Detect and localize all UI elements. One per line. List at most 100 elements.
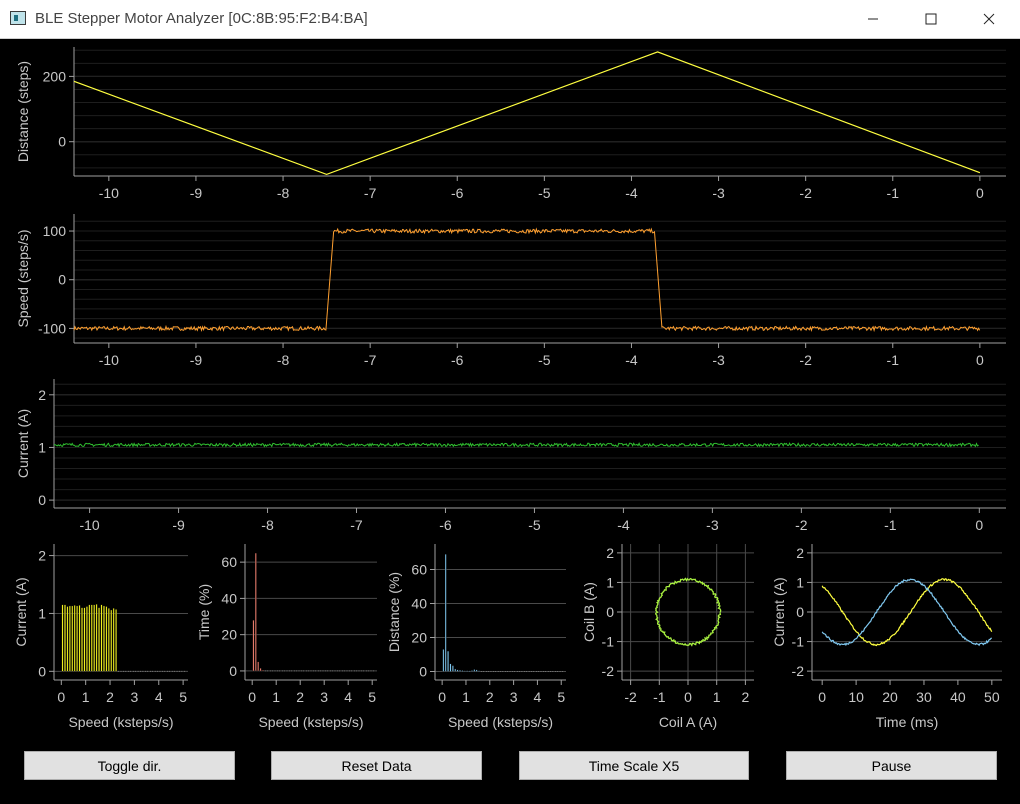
current-x-tick-label: -9 bbox=[172, 517, 185, 533]
hist-current-bar bbox=[103, 605, 105, 672]
distance-x-tick-label: -6 bbox=[451, 185, 464, 201]
hist-distance-y-tick-label: 0 bbox=[419, 664, 427, 680]
hist-distance-x-tick-label: 3 bbox=[510, 689, 518, 705]
hist-distance-bar bbox=[468, 670, 471, 672]
hist-current-x-tick-label: 4 bbox=[155, 689, 163, 705]
speed-x-tick-label: -5 bbox=[538, 352, 551, 368]
distance-y-tick-label: 0 bbox=[58, 134, 66, 150]
hist-current-bar bbox=[81, 607, 83, 672]
hist-distance-y-tick-label: 60 bbox=[411, 562, 427, 578]
time-scale-button[interactable]: Time Scale X5 bbox=[519, 751, 749, 780]
speed-x-tick-label: -3 bbox=[712, 352, 725, 368]
hist-current-x-tick-label: 3 bbox=[131, 689, 139, 705]
hist-current-bar bbox=[73, 605, 76, 672]
distance-x-tick-label: -7 bbox=[364, 185, 377, 201]
hist-current-bar bbox=[107, 608, 110, 672]
hist-distance-bar bbox=[452, 665, 454, 672]
speed-x-tick-label: -7 bbox=[364, 352, 377, 368]
current-y-tick-label: 1 bbox=[38, 439, 46, 455]
coil-time-x-tick-label: 30 bbox=[916, 689, 932, 705]
hist-time-y-tick-label: 40 bbox=[221, 590, 237, 606]
hist-distance-bar bbox=[473, 669, 476, 672]
hist-current-ylabel: Current (A) bbox=[13, 577, 29, 646]
hist-time-bar bbox=[257, 661, 260, 672]
distance-x-tick-label: -5 bbox=[538, 185, 551, 201]
hist-distance-bar bbox=[459, 669, 461, 672]
hist-current-bar bbox=[61, 604, 64, 672]
coil-time-y-tick-label: 1 bbox=[796, 574, 804, 590]
coil-xy-ylabel: Coil B (A) bbox=[581, 582, 597, 642]
plots-canvas: -10 -9 -8 -7 -6 -5 -4 -3 -2 -1 00200Distance (step… bbox=[13, 47, 1006, 730]
speed-x-tick-label: -8 bbox=[277, 352, 290, 368]
hist-distance-x-tick-label: 1 bbox=[462, 689, 470, 705]
speed-y-tick-label: 0 bbox=[58, 272, 66, 288]
hist-time-x-tick-label: 2 bbox=[296, 689, 304, 705]
hist-current-y-tick-label: 1 bbox=[38, 605, 46, 621]
hist-distance-bar bbox=[444, 554, 447, 672]
hist-current-x-tick-label: 0 bbox=[57, 689, 65, 705]
hist-distance-bar bbox=[447, 650, 449, 672]
speed-x-tick-label: -4 bbox=[625, 352, 638, 368]
current-x-tick-label: -8 bbox=[261, 517, 274, 533]
hist-current-y-tick-label: 2 bbox=[38, 548, 46, 564]
hist-current-bar bbox=[66, 606, 69, 672]
toggle-dir-button[interactable]: Toggle dir. bbox=[24, 751, 235, 780]
coil-xy-xlabel: Coil A (A) bbox=[659, 714, 717, 730]
hist-distance-y-tick-label: 20 bbox=[411, 630, 427, 646]
hist-distance-y-tick-label: 40 bbox=[411, 596, 427, 612]
hist-current-bar bbox=[88, 604, 91, 672]
current-x-tick-label: -4 bbox=[617, 517, 630, 533]
hist-distance-bar bbox=[461, 670, 464, 672]
coil-time-xlabel: Time (ms) bbox=[876, 714, 938, 730]
hist-time-x-tick-label: 4 bbox=[344, 689, 352, 705]
pause-button[interactable]: Pause bbox=[786, 751, 997, 780]
current-series-line bbox=[54, 442, 979, 448]
speed-ylabel: Speed (steps/s) bbox=[15, 229, 31, 327]
coil-time-ylabel: Current (A) bbox=[771, 577, 787, 646]
coil-time-x-tick-label: 10 bbox=[848, 689, 864, 705]
coil-time-x-tick-label: 20 bbox=[882, 689, 898, 705]
hist-distance-bar bbox=[471, 670, 473, 672]
coil-xy-x-tick-label: -2 bbox=[624, 689, 637, 705]
coil-xy-y-tick-label: 0 bbox=[606, 604, 614, 620]
speed-x-tick-label: -6 bbox=[451, 352, 464, 368]
hist-time-x-tick-label: 0 bbox=[248, 689, 256, 705]
hist-current-bar bbox=[112, 608, 115, 672]
coil-xy-y-tick-label: -1 bbox=[602, 634, 615, 650]
distance-x-tick-label: 0 bbox=[976, 185, 984, 201]
current-x-tick-label: -2 bbox=[795, 517, 808, 533]
hist-distance-x-tick-label: 5 bbox=[557, 689, 565, 705]
speed-x-tick-label: -9 bbox=[190, 352, 203, 368]
hist-current-bar bbox=[78, 605, 81, 672]
distance-y-tick-label: 200 bbox=[43, 68, 67, 84]
hist-current-bar bbox=[68, 605, 71, 672]
hist-distance-xlabel: Speed (ksteps/s) bbox=[448, 714, 553, 730]
distance-ylabel: Distance (steps) bbox=[15, 61, 31, 162]
coil-xy-x-tick-label: 0 bbox=[684, 689, 692, 705]
current-ylabel: Current (A) bbox=[15, 409, 31, 478]
hist-distance-bar bbox=[454, 668, 457, 672]
reset-data-button[interactable]: Reset Data bbox=[271, 751, 482, 780]
speed-y-tick-label: 100 bbox=[43, 223, 67, 239]
speed-x-tick-label: -10 bbox=[99, 352, 119, 368]
hist-current-x-tick-label: 2 bbox=[106, 689, 114, 705]
hist-current-bar bbox=[93, 604, 96, 672]
coil-xy-x-tick-label: -1 bbox=[653, 689, 666, 705]
hist-current-x-tick-label: 5 bbox=[179, 689, 187, 705]
hist-time-x-tick-label: 1 bbox=[272, 689, 280, 705]
coil-xy-x-tick-label: 2 bbox=[741, 689, 749, 705]
hist-current-bar bbox=[76, 605, 79, 672]
hist-time-ylabel: Time (%) bbox=[196, 584, 212, 640]
hist-current-bar bbox=[98, 607, 100, 672]
current-x-tick-label: -7 bbox=[350, 517, 363, 533]
coil-xy-x-tick-label: 1 bbox=[713, 689, 721, 705]
hist-distance-bar bbox=[475, 669, 478, 672]
distance-x-tick-label: -3 bbox=[712, 185, 725, 201]
hist-time-y-tick-label: 0 bbox=[229, 663, 237, 679]
coil-time-x-tick-label: 40 bbox=[950, 689, 966, 705]
hist-current-x-tick-label: 1 bbox=[82, 689, 90, 705]
distance-x-tick-label: -1 bbox=[887, 185, 900, 201]
hist-distance-bar bbox=[449, 663, 452, 672]
distance-x-tick-label: -2 bbox=[799, 185, 812, 201]
distance-x-tick-label: -4 bbox=[625, 185, 638, 201]
